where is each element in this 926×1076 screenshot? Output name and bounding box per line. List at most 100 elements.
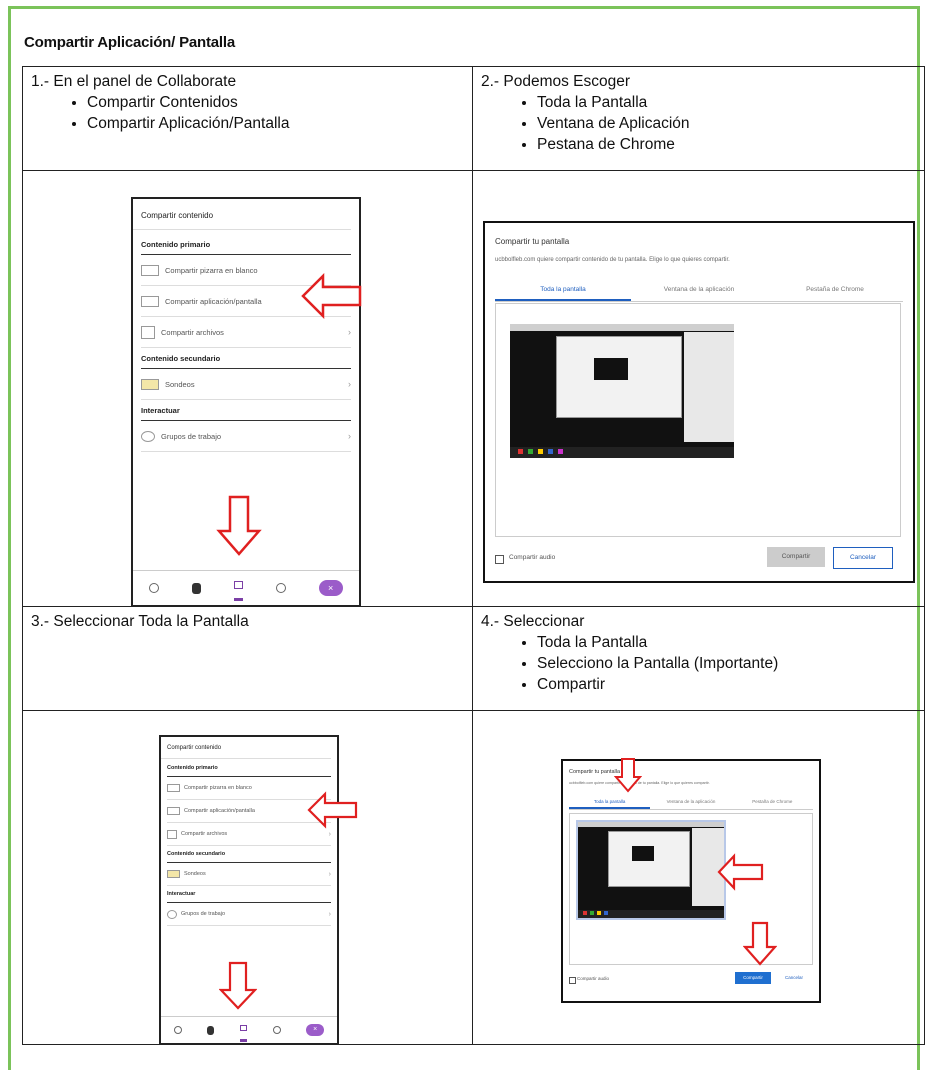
item-share-files: Compartir archivos › xyxy=(141,317,351,348)
step-4-image-cell: Compartir tu pantalla ucbbolfleb.com qui… xyxy=(472,710,925,1045)
arrow-down-icon xyxy=(219,961,257,1010)
tab-full-screen: Toda la pantalla xyxy=(495,281,631,301)
chevron-right-icon: › xyxy=(328,870,331,878)
item-polls: Sondeos › xyxy=(141,369,351,400)
share-screen-dialog-screenshot: Compartir tu pantalla ucbbolfleb.com qui… xyxy=(483,221,915,583)
arrow-down-icon xyxy=(216,495,262,556)
section-secondary: Contenido secundario xyxy=(141,354,351,369)
arrow-left-icon xyxy=(301,273,362,319)
item-label: Sondeos xyxy=(184,871,206,877)
chevron-right-icon: › xyxy=(348,379,351,389)
dialog-title: Compartir tu pantalla xyxy=(495,237,570,246)
folder-icon xyxy=(141,325,155,339)
section-primary: Contenido primario xyxy=(141,240,351,255)
step-2-image-cell: Compartir tu pantalla ucbbolfleb.com qui… xyxy=(472,170,925,607)
screen-preview-area xyxy=(495,303,901,537)
panel-bottom-bar: × xyxy=(161,1016,337,1043)
settings-icon xyxy=(275,583,286,593)
close-panel-button: × xyxy=(318,580,343,596)
item-label: Sondeos xyxy=(165,379,195,389)
chat-icon xyxy=(149,583,160,593)
share-content-icon xyxy=(233,580,243,589)
step-1-image-cell: Compartir contenido Contenido primario C… xyxy=(22,170,473,607)
item-label: Grupos de trabajo xyxy=(181,911,226,917)
close-panel-button: × xyxy=(306,1024,325,1036)
item-label: Compartir aplicación/pantalla xyxy=(165,296,262,306)
step-1-bullet: Compartir Contenidos xyxy=(87,92,464,113)
arrow-left-icon xyxy=(717,853,764,891)
folder-icon xyxy=(167,829,177,839)
item-label: Compartir pizarra en blanco xyxy=(184,785,252,791)
step-2-heading: 2.- Podemos Escoger xyxy=(481,73,631,90)
whiteboard-icon xyxy=(167,784,180,792)
poll-icon xyxy=(141,378,159,390)
audio-label: Compartir audio xyxy=(509,554,556,561)
hand-icon xyxy=(192,582,202,594)
poll-icon xyxy=(167,870,180,878)
cancel-button: Cancelar xyxy=(833,547,893,569)
section-interact: Interactuar xyxy=(167,891,331,903)
share-tab xyxy=(239,1018,247,1042)
panel-bottom-bar: × xyxy=(133,570,359,605)
hand-icon xyxy=(207,1025,215,1035)
item-label: Compartir aplicación/pantalla xyxy=(184,808,255,814)
step-3-cell: 3.- Seleccionar Toda la Pantalla xyxy=(22,606,473,711)
dialog-title: Compartir tu pantalla xyxy=(569,769,621,775)
step-4-bullet: Toda la Pantalla xyxy=(537,632,916,653)
step-2-bullet: Pestana de Chrome xyxy=(537,134,916,155)
arrow-down-icon xyxy=(614,758,642,793)
audio-checkbox xyxy=(495,555,504,564)
step-4-heading: 4.- Seleccionar xyxy=(481,613,585,630)
screen-thumbnail xyxy=(576,820,726,920)
settings-icon xyxy=(272,1026,281,1034)
section-primary: Contenido primario xyxy=(167,765,331,777)
step-3-image-cell: Compartir contenido Contenido primario C… xyxy=(22,710,473,1045)
item-polls: Sondeos › xyxy=(167,863,331,886)
share-content-icon xyxy=(239,1025,247,1031)
step-1-heading: 1.- En el panel de Collaborate xyxy=(31,73,237,90)
share-screen-dialog-screenshot-small: Compartir tu pantalla ucbbolfleb.com qui… xyxy=(561,759,821,1003)
step-4-bullets: Toda la Pantalla Selecciono la Pantalla … xyxy=(481,632,916,695)
tab-app-window: Ventana de la aplicación xyxy=(663,286,735,293)
step-1-bullets: Compartir Contenidos Compartir Aplicació… xyxy=(31,92,464,134)
arrow-left-icon xyxy=(307,791,358,829)
panel-title: Compartir contenido xyxy=(133,211,351,230)
audio-label: Compartir audio xyxy=(577,976,610,981)
dialog-tabs: Toda la pantalla Ventana de la aplicació… xyxy=(495,281,903,302)
cancel-button: Cancelar xyxy=(784,975,803,980)
step-2-bullet: Ventana de Aplicación xyxy=(537,113,916,134)
step-4-bullet: Compartir xyxy=(537,674,916,695)
step-2-cell: 2.- Podemos Escoger Toda la Pantalla Ven… xyxy=(472,66,925,171)
document-title: Compartir Aplicación/ Pantalla xyxy=(24,34,235,51)
section-interact: Interactuar xyxy=(141,406,351,421)
chevron-right-icon: › xyxy=(328,910,331,918)
chevron-right-icon: › xyxy=(348,327,351,337)
step-2-bullet: Toda la Pantalla xyxy=(537,92,916,113)
share-tab xyxy=(233,576,243,601)
step-1-cell: 1.- En el panel de Collaborate Compartir… xyxy=(22,66,473,171)
tab-chrome: Pestaña de Chrome xyxy=(752,799,793,804)
section-secondary: Contenido secundario xyxy=(167,851,331,863)
groups-icon xyxy=(141,430,155,442)
arrow-down-icon xyxy=(743,921,777,966)
groups-icon xyxy=(167,909,177,919)
audio-checkbox xyxy=(569,977,576,984)
screen-thumbnail xyxy=(510,324,734,458)
step-4-bullet: Selecciono la Pantalla (Importante) xyxy=(537,653,916,674)
item-label: Grupos de trabajo xyxy=(161,431,222,441)
item-groups: Grupos de trabajo › xyxy=(167,903,331,926)
tab-app-window: Ventana de la aplicación xyxy=(666,799,716,804)
step-4-cell: 4.- Seleccionar Toda la Pantalla Selecci… xyxy=(472,606,925,711)
chevron-right-icon: › xyxy=(348,431,351,441)
item-groups: Grupos de trabajo › xyxy=(141,421,351,452)
chevron-right-icon: › xyxy=(328,830,331,838)
share-button: Compartir xyxy=(735,972,771,984)
share-button: Compartir xyxy=(767,547,825,567)
item-label: Compartir archivos xyxy=(161,327,224,337)
steps-table: 1.- En el panel de Collaborate Compartir… xyxy=(22,66,925,1045)
panel-title: Compartir contenido xyxy=(161,745,331,759)
item-label: Compartir pizarra en blanco xyxy=(165,265,258,275)
item-label: Compartir archivos xyxy=(181,831,228,837)
tab-full-screen: Toda la pantalla xyxy=(569,795,651,809)
whiteboard-icon xyxy=(141,264,159,276)
